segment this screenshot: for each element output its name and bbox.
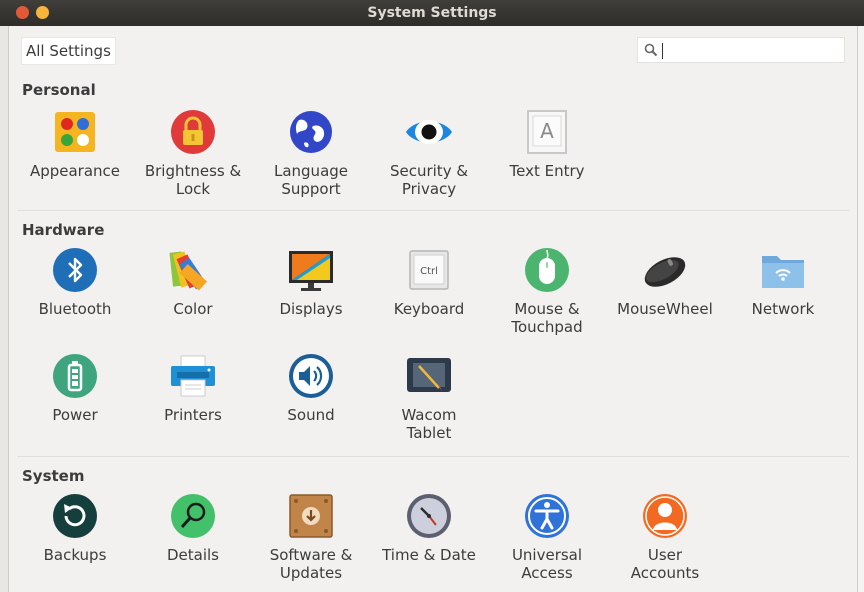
settings-item-label: Details [166,546,219,564]
settings-item-label: Universal Access [511,546,583,582]
settings-item-label: Keyboard [393,300,465,318]
universal-access-icon [525,494,569,538]
settings-item-backups[interactable]: Backups [16,492,134,564]
settings-item-label: Text Entry [509,162,585,180]
settings-item-label: Printers [164,406,222,424]
settings-item-label: Software & Updates [269,546,353,582]
settings-item-label: Mouse & Touchpad [511,300,583,336]
settings-item-security-privacy[interactable]: Security & Privacy [370,108,488,198]
settings-item-keyboard[interactable]: Ctrl Keyboard [370,246,488,318]
text-entry-icon: A [527,110,567,154]
section-divider [17,456,849,457]
appearance-icon [55,112,95,152]
section-title-personal: Personal [22,81,96,99]
settings-item-universal-access[interactable]: Universal Access [488,492,606,582]
settings-item-language-support[interactable]: Language Support [252,108,370,198]
search-icon [644,43,658,57]
section-title-system: System [22,467,85,485]
title-bar: System Settings [0,0,864,26]
settings-item-label: Backups [43,546,107,564]
network-folder-icon [762,256,804,288]
settings-item-label: Wacom Tablet [401,406,457,442]
window-title: System Settings [367,5,497,21]
settings-item-label: Language Support [273,162,349,198]
settings-item-label: Security & Privacy [389,162,469,198]
settings-item-label: Color [173,300,213,318]
printer-icon [171,355,215,397]
section-title-hardware: Hardware [22,221,105,239]
settings-item-wacom-tablet[interactable]: Wacom Tablet [370,352,488,442]
settings-item-label: Sound [287,406,335,424]
security-eye-icon [406,120,452,144]
settings-item-mousewheel[interactable]: MouseWheel [606,246,724,318]
settings-item-mouse-touchpad[interactable]: Mouse & Touchpad [488,246,606,336]
settings-item-network[interactable]: Network [724,246,842,318]
settings-window: All Settings Personal Appearance Brightn… [8,26,858,592]
user-accounts-icon [643,494,687,538]
bluetooth-icon [53,248,97,292]
settings-item-appearance[interactable]: Appearance [16,108,134,180]
svg-text:A: A [540,119,554,143]
settings-item-color[interactable]: Color [134,246,252,318]
clock-icon [407,494,451,538]
all-settings-button[interactable]: All Settings [21,37,116,65]
settings-item-label: Power [52,406,98,424]
magnifier-details-icon [171,494,215,538]
settings-item-user-accounts[interactable]: User Accounts [606,492,724,582]
settings-item-sound[interactable]: Sound [252,352,370,424]
wireless-mouse-icon [644,257,686,287]
settings-item-label: Appearance [29,162,121,180]
settings-item-time-date[interactable]: Time & Date [370,492,488,564]
settings-item-software-updates[interactable]: Software & Updates [252,492,370,582]
brightness-lock-icon [171,110,215,154]
displays-monitor-icon [289,251,333,291]
speaker-icon [289,354,333,398]
tablet-pen-icon [407,358,451,392]
settings-item-label: Time & Date [382,546,476,564]
color-swatches-icon [169,251,208,291]
battery-icon [53,354,97,398]
keyboard-ctrl-key-icon: Ctrl [409,250,449,290]
svg-text:Ctrl: Ctrl [420,266,438,277]
settings-item-details[interactable]: Details [134,492,252,564]
software-package-icon [289,494,333,538]
settings-item-label: MouseWheel [617,300,713,318]
language-globe-icon [290,111,332,153]
mouse-icon [525,248,569,292]
settings-item-displays[interactable]: Displays [252,246,370,318]
settings-item-label: Bluetooth [38,300,112,318]
settings-item-printers[interactable]: Printers [134,352,252,424]
background-window-edge [0,26,8,592]
settings-item-bluetooth[interactable]: Bluetooth [16,246,134,318]
settings-item-label: Network [751,300,815,318]
settings-item-label: User Accounts [630,546,700,582]
settings-item-label: Brightness & Lock [144,162,242,198]
settings-item-text-entry[interactable]: A Text Entry [488,108,606,180]
settings-item-label: Displays [279,300,343,318]
settings-item-power[interactable]: Power [16,352,134,424]
section-divider [17,210,849,211]
text-caret [662,43,663,59]
settings-item-brightness-lock[interactable]: Brightness & Lock [134,108,252,198]
backup-icon [53,494,97,538]
search-field[interactable] [637,37,845,63]
